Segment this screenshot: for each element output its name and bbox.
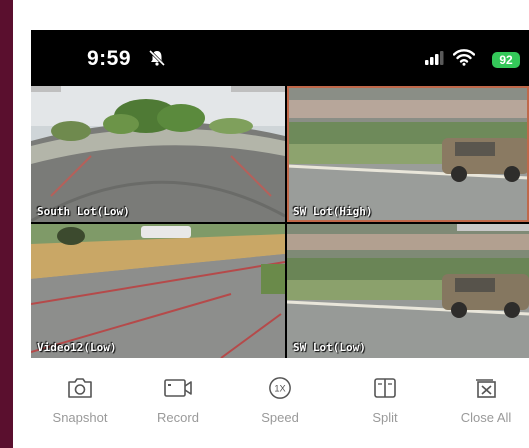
- frame-strip: [0, 0, 13, 448]
- status-bar: 9:59 92: [31, 30, 529, 86]
- camera-tile-sw-lot-high[interactable]: SW Lot(High): [287, 86, 529, 222]
- record-button[interactable]: Record: [133, 376, 223, 425]
- speed-button[interactable]: 1X Speed: [235, 376, 325, 425]
- video-icon: [164, 379, 192, 397]
- snapshot-button[interactable]: Snapshot: [35, 376, 125, 425]
- camera-feed-image: [287, 86, 529, 222]
- close-all-icon: [476, 379, 496, 398]
- phone-screen: 9:59 92 South Lot(Low) SW Lot(High) Vide…: [31, 30, 529, 448]
- split-button[interactable]: Split: [340, 376, 430, 425]
- camera-icon: [68, 378, 92, 398]
- battery-indicator: 92: [492, 52, 520, 68]
- split-label: Split: [372, 410, 398, 425]
- camera-grid: South Lot(Low) SW Lot(High) Video12(Low)…: [31, 86, 529, 358]
- wifi-icon: [453, 49, 475, 66]
- camera-label: SW Lot(Low): [293, 341, 366, 354]
- camera-tile-south-lot[interactable]: South Lot(Low): [31, 86, 285, 222]
- status-time: 9:59: [87, 47, 132, 70]
- silent-bell-icon: [148, 49, 166, 67]
- speed-glyph: 1X: [274, 384, 285, 394]
- close-all-button[interactable]: Close All: [441, 376, 529, 425]
- snapshot-label: Snapshot: [52, 410, 108, 425]
- camera-label: South Lot(Low): [37, 205, 130, 218]
- camera-tile-video12[interactable]: Video12(Low): [31, 224, 285, 358]
- record-label: Record: [157, 410, 199, 425]
- camera-feed-image: [31, 86, 285, 222]
- camera-feed-image: [31, 224, 285, 358]
- cellular-signal-icon: [425, 51, 444, 65]
- speed-1x-icon: 1X: [269, 377, 291, 399]
- close-all-label: Close All: [460, 410, 512, 425]
- camera-label: Video12(Low): [37, 341, 117, 354]
- battery-level: 92: [499, 53, 513, 67]
- split-icon: [374, 378, 396, 398]
- camera-label: SW Lot(High): [293, 205, 373, 218]
- camera-tile-sw-lot-low[interactable]: SW Lot(Low): [287, 224, 529, 358]
- speed-label: Speed: [261, 410, 299, 425]
- camera-feed-image: [287, 224, 529, 358]
- bottom-toolbar: Snapshot Record 1X Speed Split Close All: [31, 370, 529, 448]
- top-margin: [13, 0, 529, 30]
